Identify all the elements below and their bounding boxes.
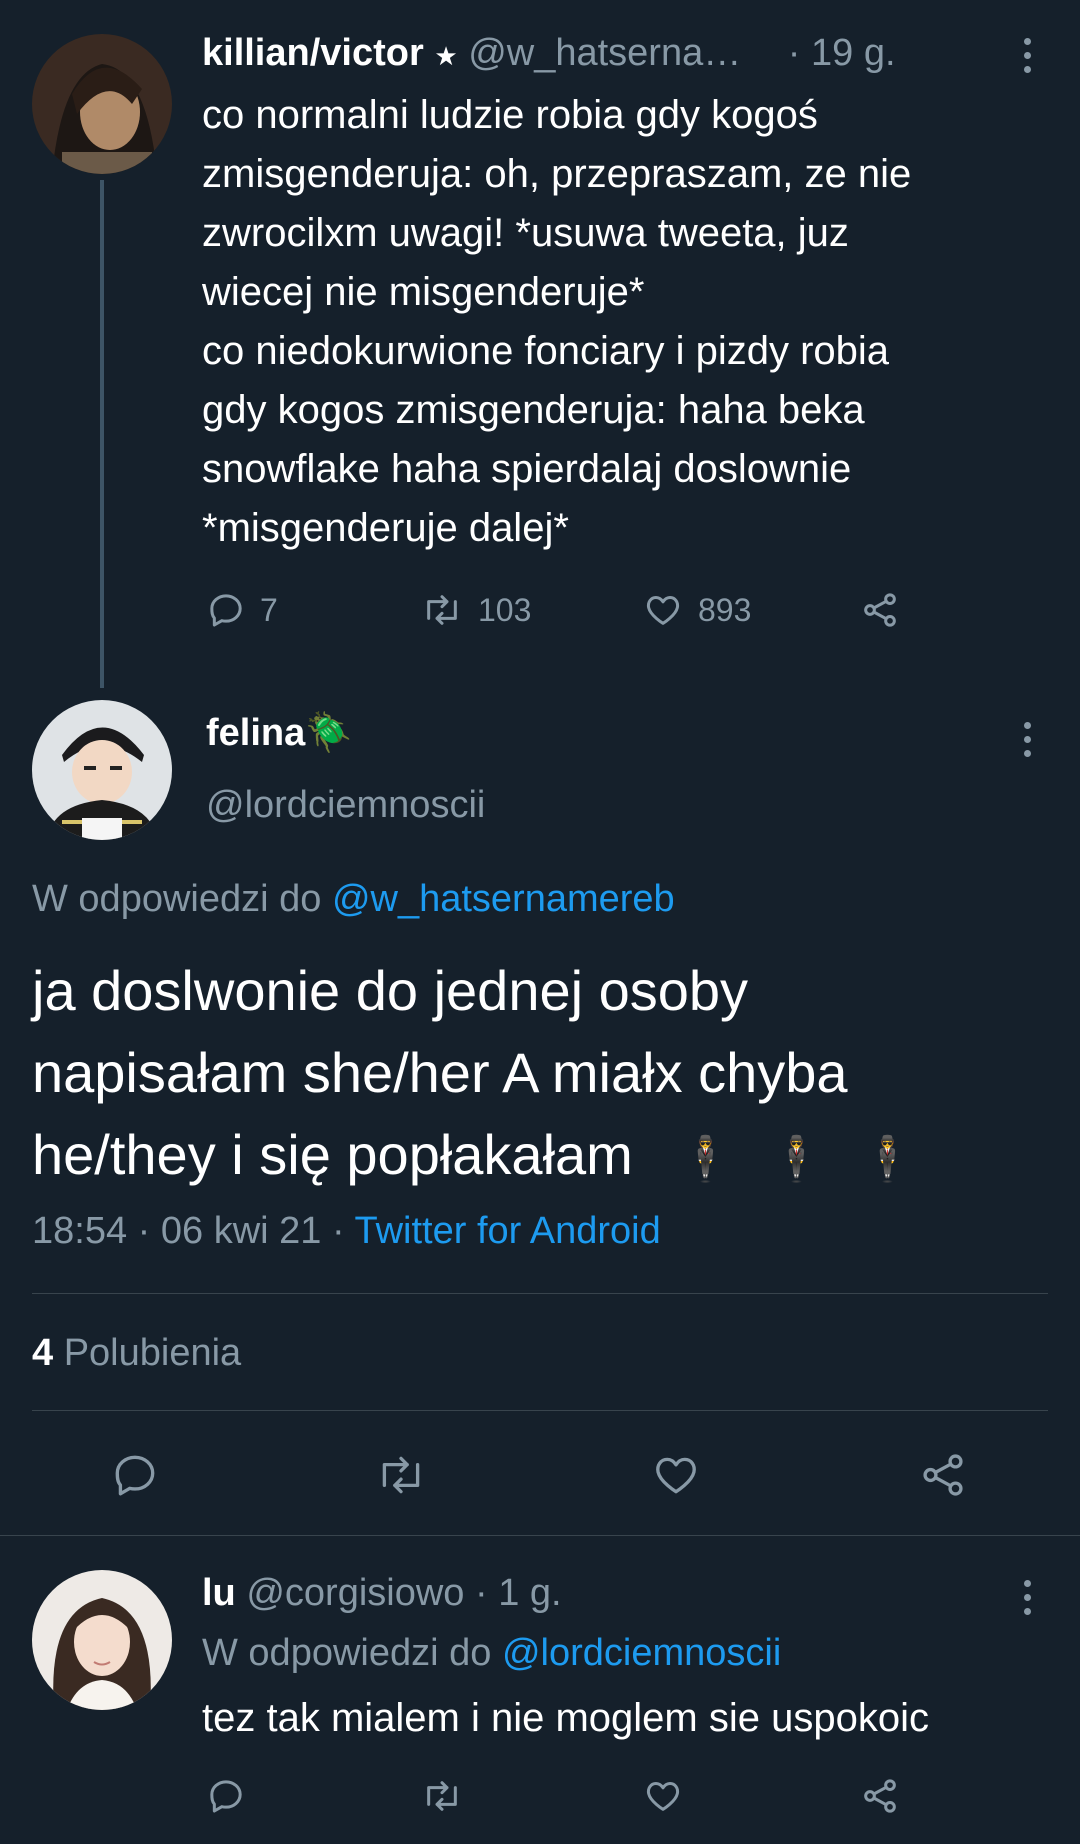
like-button[interactable] (642, 1776, 684, 1816)
reply-to-link[interactable]: @w_hatsernamereb (332, 878, 675, 920)
timestamp[interactable]: · 19 g. (788, 32, 896, 74)
handle[interactable]: @w_hatserna… (468, 32, 741, 74)
display-name-row: felina🪲 (206, 710, 353, 756)
more-options-icon[interactable] (1022, 1580, 1032, 1615)
retweet-button[interactable] (420, 1776, 464, 1816)
retweet-count: 103 (478, 591, 532, 628)
retweet-icon (427, 1781, 457, 1811)
divider (32, 1410, 1048, 1411)
share-button[interactable] (860, 1776, 900, 1816)
handle[interactable]: @lordciemnoscii (206, 782, 485, 828)
beetle-emoji: 🪲 (305, 712, 353, 754)
avatar[interactable] (32, 700, 172, 840)
reply-prefix: W odpowiedzi do (32, 878, 332, 920)
section-divider (0, 1535, 1080, 1536)
likes-label: Polubienia (53, 1332, 242, 1374)
like-count: 893 (698, 591, 752, 628)
reply-icon (115, 1455, 155, 1496)
share-button[interactable] (918, 1450, 968, 1500)
like-icon (656, 1457, 696, 1494)
tweet-header: lu @corgisiowo · 1 g. (202, 1570, 562, 1616)
reply-icon (210, 594, 242, 627)
star-icon: ★ (434, 41, 458, 71)
timestamp: 18:54 · 06 kwi 21 · (32, 1210, 355, 1252)
reply-button[interactable] (206, 1776, 246, 1816)
likes-count: 4 (32, 1332, 54, 1374)
reply-button[interactable]: 7 (206, 590, 278, 630)
likes-summary[interactable]: 4 Polubienia (32, 1330, 241, 1376)
avatar[interactable] (32, 34, 172, 174)
retweet-button[interactable]: 103 (420, 590, 531, 630)
display-name[interactable]: felina (206, 712, 305, 754)
like-icon (646, 596, 680, 625)
divider (32, 1293, 1048, 1294)
timestamp[interactable]: · 1 g. (475, 1572, 562, 1614)
retweet-icon (427, 595, 457, 625)
handle[interactable]: @corgisiowo (246, 1572, 464, 1614)
reply-context: W odpowiedzi do @lordciemnoscii (202, 1630, 781, 1676)
tweet-header: killian/victor ★ @w_hatserna… · 19 g. (202, 30, 896, 79)
share-icon (864, 1779, 896, 1813)
more-options-icon[interactable] (1022, 38, 1032, 73)
reply-context: W odpowiedzi do @w_hatsernamereb (32, 876, 675, 922)
avatar[interactable] (32, 1570, 172, 1710)
retweet-button[interactable] (374, 1450, 428, 1500)
reply-prefix: W odpowiedzi do (202, 1632, 502, 1674)
tweet-text: co normalni ludzie robia gdy kogoś zmisg… (202, 93, 912, 550)
like-icon (646, 1782, 680, 1811)
more-options-icon[interactable] (1022, 722, 1032, 757)
timestamp-row: 18:54 · 06 kwi 21 · Twitter for Android (32, 1208, 661, 1254)
thread-line (100, 180, 104, 688)
display-name[interactable]: killian/victor (202, 32, 424, 74)
man-in-suit-emoji: 🕴 🕴 🕴 (678, 1135, 928, 1184)
reply-count: 7 (260, 591, 278, 628)
retweet-icon (382, 1456, 420, 1494)
reply-icon (210, 1780, 242, 1813)
share-icon (864, 593, 896, 627)
like-button[interactable] (650, 1450, 702, 1500)
reply-button[interactable] (110, 1450, 160, 1500)
share-button[interactable] (860, 590, 900, 630)
like-button[interactable]: 893 (642, 590, 751, 630)
display-name[interactable]: lu (202, 1572, 236, 1614)
share-icon (923, 1454, 963, 1496)
tweet-text: tez tak mialem i nie moglem sie uspokoic (202, 1696, 929, 1740)
reply-to-link[interactable]: @lordciemnoscii (502, 1632, 781, 1674)
main-tweet-text: ja doslwonie do jednej osoby napisałam s… (32, 950, 1052, 1201)
source-link[interactable]: Twitter for Android (354, 1210, 660, 1252)
